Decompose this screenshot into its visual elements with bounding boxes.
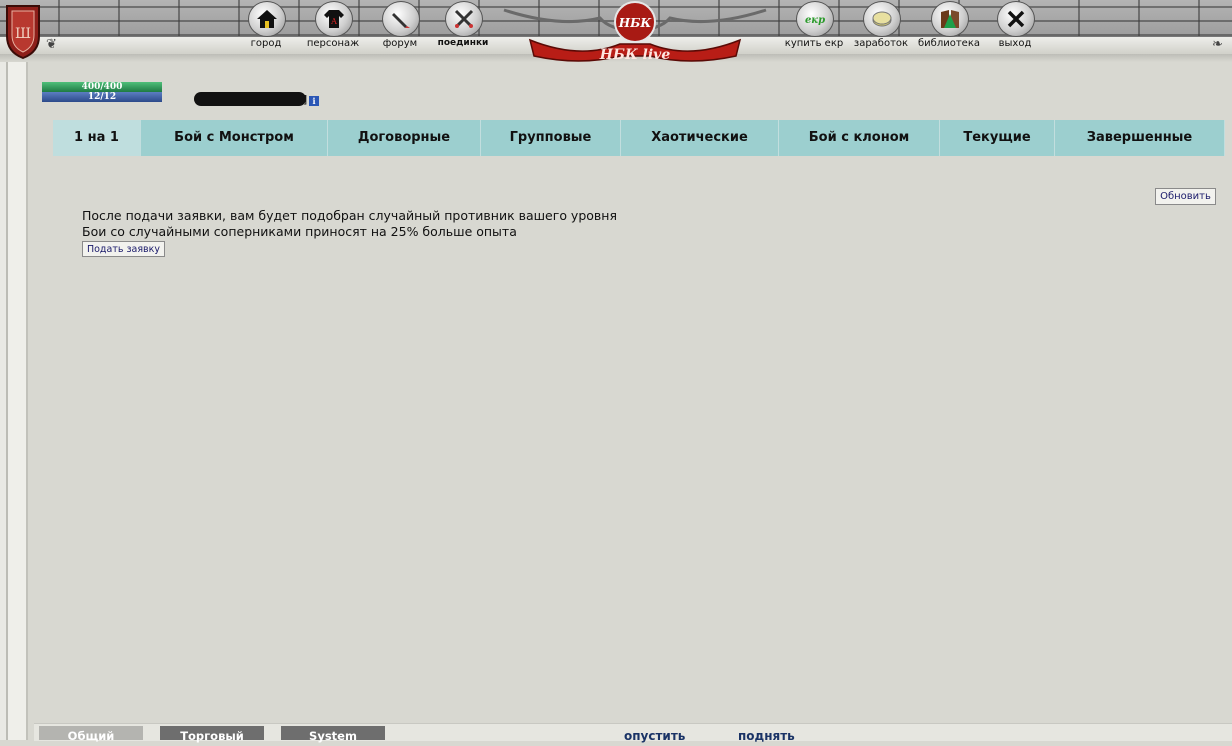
x-icon bbox=[997, 1, 1035, 37]
nav-buy-ekr-label: купить екр bbox=[784, 38, 844, 49]
info-text-line-2: Бои со случайными соперниками приносят н… bbox=[82, 224, 517, 239]
pencil-icon bbox=[382, 1, 420, 37]
nav-city-button[interactable]: город bbox=[231, 0, 301, 52]
nav-duels-label: поединки bbox=[437, 38, 489, 48]
top-navigation-bar: Ш город A персонаж форум поединки НБК НБ… bbox=[0, 0, 1232, 62]
nav-library-button[interactable]: библиотека bbox=[914, 0, 984, 52]
left-ornament-icon: ❦ bbox=[46, 37, 57, 52]
chat-tab-trade[interactable]: Торговый bbox=[160, 726, 264, 743]
nick-bracket: ] bbox=[303, 93, 308, 106]
right-ornament-icon: ❧ bbox=[1212, 37, 1223, 52]
tab-current[interactable]: Текущие bbox=[940, 120, 1055, 156]
chat-tab-general[interactable]: Общий bbox=[39, 726, 143, 743]
nbk-live-logo[interactable]: НБК НБК live bbox=[500, 0, 770, 62]
svg-text:екр: екр bbox=[805, 15, 825, 26]
svg-text:Ш: Ш bbox=[15, 26, 31, 42]
nav-forum-label: форум bbox=[382, 38, 418, 49]
chat-tab-system[interactable]: System bbox=[281, 726, 385, 743]
chat-raise-link[interactable]: поднять bbox=[738, 729, 795, 743]
tab-one-on-one[interactable]: 1 на 1 bbox=[53, 120, 141, 156]
library-icon bbox=[931, 1, 969, 37]
svg-text:A: A bbox=[330, 17, 337, 26]
ekr-icon: екр bbox=[796, 1, 834, 37]
tab-clone-fight[interactable]: Бой с клоном bbox=[779, 120, 940, 156]
nav-city-label: город bbox=[250, 38, 282, 49]
house-icon bbox=[248, 1, 286, 37]
hp-bar: 400/400 bbox=[42, 82, 162, 92]
shirt-icon: A bbox=[315, 1, 353, 37]
player-nickname-redacted bbox=[194, 92, 306, 106]
tab-agreed[interactable]: Договорные bbox=[328, 120, 481, 156]
logo-subtitle: НБК live bbox=[599, 47, 671, 62]
crossed-swords-icon bbox=[445, 1, 483, 37]
tab-finished[interactable]: Завершенные bbox=[1055, 120, 1225, 156]
nav-buy-ekr-button[interactable]: екр купить екр bbox=[779, 0, 849, 52]
nav-character-button[interactable]: A персонаж bbox=[298, 0, 368, 52]
logo-emblem-text: НБК bbox=[618, 16, 653, 30]
tab-monster-fight[interactable]: Бой с Монстром bbox=[141, 120, 328, 156]
nav-forum-button[interactable]: форум bbox=[365, 0, 435, 52]
mana-bar: 12/12 bbox=[42, 92, 162, 102]
nav-earnings-button[interactable]: заработок bbox=[846, 0, 916, 52]
player-status-bars: 400/400 12/12 bbox=[42, 82, 162, 102]
battle-type-tabs: 1 на 1 Бой с Монстром Договорные Группов… bbox=[53, 120, 1225, 156]
clan-shield-icon: Ш bbox=[6, 5, 40, 60]
nav-duels-button[interactable]: поединки bbox=[428, 0, 498, 52]
nav-earnings-label: заработок bbox=[853, 38, 909, 49]
submit-request-button[interactable]: Подать заявку bbox=[82, 241, 165, 257]
info-icon[interactable]: i bbox=[309, 96, 319, 106]
nav-character-label: персонаж bbox=[306, 38, 360, 49]
tab-chaotic[interactable]: Хаотические bbox=[621, 120, 779, 156]
tab-group[interactable]: Групповые bbox=[481, 120, 621, 156]
nav-library-label: библиотека bbox=[918, 38, 980, 49]
coin-icon bbox=[863, 1, 901, 37]
chat-lower-link[interactable]: опустить bbox=[624, 729, 685, 743]
info-text-line-1: После подачи заявки, вам будет подобран … bbox=[82, 208, 617, 223]
refresh-button[interactable]: Обновить bbox=[1155, 188, 1216, 205]
nav-exit-button[interactable]: выход bbox=[980, 0, 1050, 52]
left-frame-border bbox=[0, 62, 34, 740]
nav-exit-label: выход bbox=[998, 38, 1032, 49]
